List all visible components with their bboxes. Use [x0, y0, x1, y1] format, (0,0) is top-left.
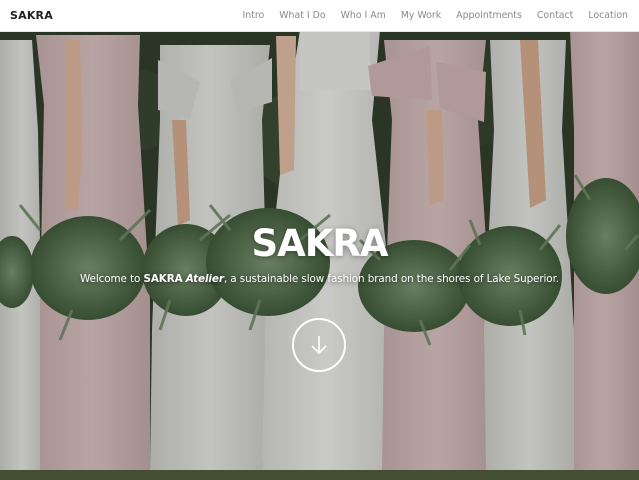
top-navbar: SAKRA Intro What I Do Who I Am My Work A… [0, 0, 639, 32]
nav-link-my-work[interactable]: My Work [401, 10, 441, 21]
tagline-brand: SAKRA [143, 273, 183, 285]
hero-tagline: Welcome to SAKRA Atelier, a sustainable … [0, 273, 639, 285]
nav-links: Intro What I Do Who I Am My Work Appoint… [228, 10, 639, 21]
hero-content: SAKRA Welcome to SAKRA Atelier, a sustai… [0, 222, 639, 285]
nav-link-location[interactable]: Location [588, 10, 628, 21]
hero-title: SAKRA [251, 222, 388, 265]
brand-logo-link[interactable]: SAKRA [0, 9, 53, 22]
scroll-down-button[interactable] [292, 318, 346, 372]
tagline-rest: , a sustainable slow fashion brand on th… [223, 273, 559, 285]
nav-link-who-i-am[interactable]: Who I Am [341, 10, 386, 21]
nav-link-what-i-do[interactable]: What I Do [279, 10, 325, 21]
nav-link-appointments[interactable]: Appointments [456, 10, 522, 21]
nav-link-intro[interactable]: Intro [243, 10, 265, 21]
nav-link-contact[interactable]: Contact [537, 10, 573, 21]
tagline-prefix: Welcome to [79, 273, 144, 285]
arrow-down-icon [311, 336, 327, 355]
tagline-brand-suffix: Atelier [185, 273, 224, 285]
